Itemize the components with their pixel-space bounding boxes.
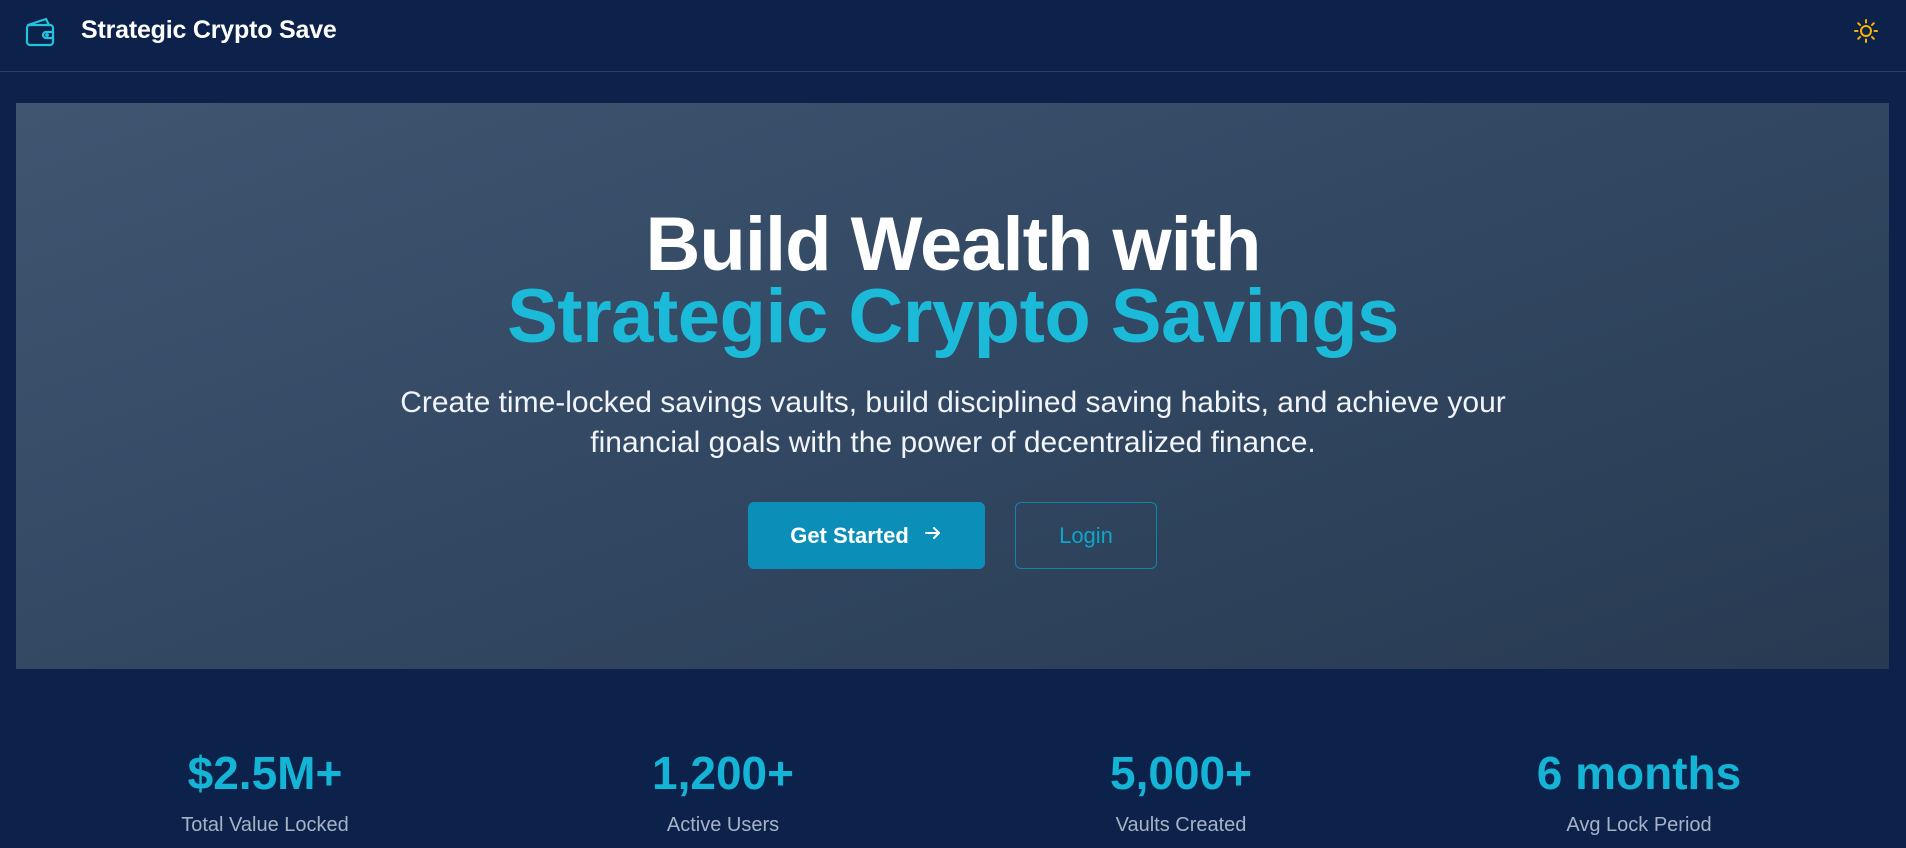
app-title[interactable]: Strategic Crypto Save <box>81 16 337 45</box>
get-started-button[interactable]: Get Started <box>748 502 985 569</box>
stat-value: $2.5M+ <box>187 747 343 799</box>
theme-toggle-button[interactable] <box>1850 17 1882 49</box>
stat-total-value-locked: $2.5M+ Total Value Locked <box>55 745 475 837</box>
get-started-label: Get Started <box>790 522 909 548</box>
wallet-icon <box>22 13 58 49</box>
stat-label: Avg Lock Period <box>1566 814 1712 836</box>
login-label: Login <box>1059 522 1113 548</box>
top-navbar: Strategic Crypto Save <box>0 0 1906 72</box>
sun-icon <box>1853 18 1879 49</box>
hero-headline-highlight: Strategic Crypto Savings <box>507 274 1399 359</box>
stat-active-users: 1,200+ Active Users <box>513 745 933 837</box>
arrow-right-icon <box>923 523 943 549</box>
stat-value: 1,200+ <box>652 747 794 799</box>
stat-label: Total Value Locked <box>181 814 349 836</box>
stat-value: 6 months <box>1536 747 1742 799</box>
stat-label: Active Users <box>666 814 780 836</box>
stat-label: Vaults Created <box>1115 814 1247 836</box>
stat-value: 5,000+ <box>1110 747 1252 799</box>
stat-vaults-created: 5,000+ Vaults Created <box>971 745 1391 837</box>
hero-subtitle: Create time-locked savings vaults, build… <box>400 386 1506 459</box>
login-button[interactable]: Login <box>1015 502 1157 569</box>
stat-avg-lock-period: 6 months Avg Lock Period <box>1429 745 1849 837</box>
